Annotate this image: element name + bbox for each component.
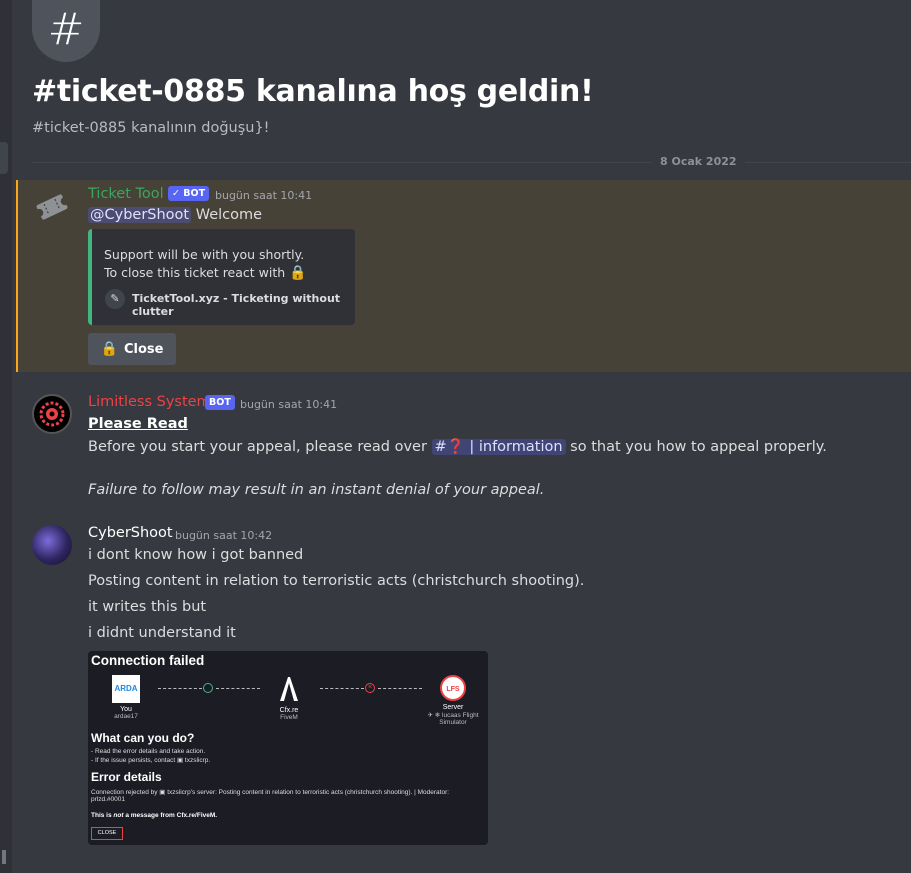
message-line: i dont know how i got banned: [88, 547, 304, 563]
message-italic: Failure to follow may result in an insta…: [88, 482, 545, 498]
server-rail: [0, 0, 12, 873]
what-line: - If the issue persists, contact ▣ txzsl…: [91, 757, 211, 764]
rail-marker: [2, 850, 6, 864]
date-divider: [32, 162, 911, 163]
error-line: prlzd.#0001: [91, 796, 125, 803]
timestamp: bugün saat 10:41: [215, 189, 313, 202]
embed-line: Support will be with you shortly.: [104, 247, 305, 262]
what-line: - Read the error details and take action…: [91, 748, 206, 755]
cfx-node: Cfx.re FiveM: [271, 675, 307, 721]
user-mention[interactable]: @CyberShoot: [88, 207, 192, 223]
cybershoot-avatar[interactable]: [32, 525, 72, 565]
link-line: [378, 688, 422, 689]
author-name[interactable]: CyberShoot: [88, 525, 173, 541]
lock-icon: 🔒: [289, 265, 307, 281]
ticket-tool-avatar[interactable]: [32, 187, 72, 227]
server-logo: LFS: [440, 675, 466, 701]
check-icon: [203, 683, 213, 693]
error-icon: ×: [365, 683, 375, 693]
author-name[interactable]: Limitless System: [88, 394, 211, 410]
welcome-title: #ticket-0885 kanalına hoş geldin!: [32, 74, 594, 109]
close-button[interactable]: CLOSE: [91, 827, 123, 840]
link-line: [158, 688, 202, 689]
author-name[interactable]: Ticket Tool: [88, 186, 164, 202]
close-ticket-button[interactable]: 🔒 Close: [88, 333, 176, 365]
message-line: Posting content in relation to terrorist…: [88, 573, 585, 589]
cfx-logo: [280, 677, 298, 701]
attachment-title: Connection failed: [91, 653, 205, 668]
cfx-note: This is not a message from Cfx.re/FiveM.: [91, 812, 218, 819]
channel-mention[interactable]: #❓ | information: [431, 439, 566, 455]
lock-icon: 🔒: [100, 341, 118, 357]
close-button-label: Close: [123, 341, 164, 357]
timestamp: bugün saat 10:42: [175, 529, 273, 542]
limitless-avatar[interactable]: [32, 394, 72, 434]
welcome-subtitle: #ticket-0885 kanalının doğuşu}!: [32, 120, 270, 136]
message-content: Before you start your appeal, please rea…: [88, 439, 827, 455]
link-line: [216, 688, 260, 689]
ticket-icon: ✎: [105, 289, 125, 309]
embed-line: To close this ticket react with 🔒: [104, 265, 307, 281]
message-line: it writes this but: [88, 599, 207, 615]
image-attachment[interactable]: Connection failed ARDA You ardae17 Cfx.r…: [88, 651, 488, 845]
error-line: Connection rejected by ▣ txzslicrp's ser…: [91, 789, 450, 796]
embed-footer: TicketTool.xyz - Ticketing without clutt…: [132, 292, 341, 318]
what-heading: What can you do?: [91, 731, 195, 745]
link-line: [320, 688, 364, 689]
date-divider-label: 8 Ocak 2022: [652, 155, 745, 168]
message-content: @CyberShoot Welcome: [88, 207, 262, 223]
bot-tag: ✓ BOT: [168, 186, 210, 201]
bot-tag: BOT: [205, 395, 235, 410]
arda-logo: ARDA: [112, 675, 140, 703]
hash-icon: #: [32, 0, 100, 62]
you-node: ARDA You ardae17: [110, 675, 142, 720]
embed: Support will be with you shortly. To clo…: [88, 229, 355, 325]
timestamp: bugün saat 10:41: [240, 398, 338, 411]
message-heading: Please Read: [88, 416, 188, 432]
message-text: Welcome: [191, 207, 263, 223]
rail-indicator: [0, 142, 8, 174]
server-node: LFS Server ✈ ❄ lucaas Flight Simulator: [418, 675, 488, 726]
error-heading: Error details: [91, 770, 162, 784]
message-line: i didnt understand it: [88, 625, 236, 641]
